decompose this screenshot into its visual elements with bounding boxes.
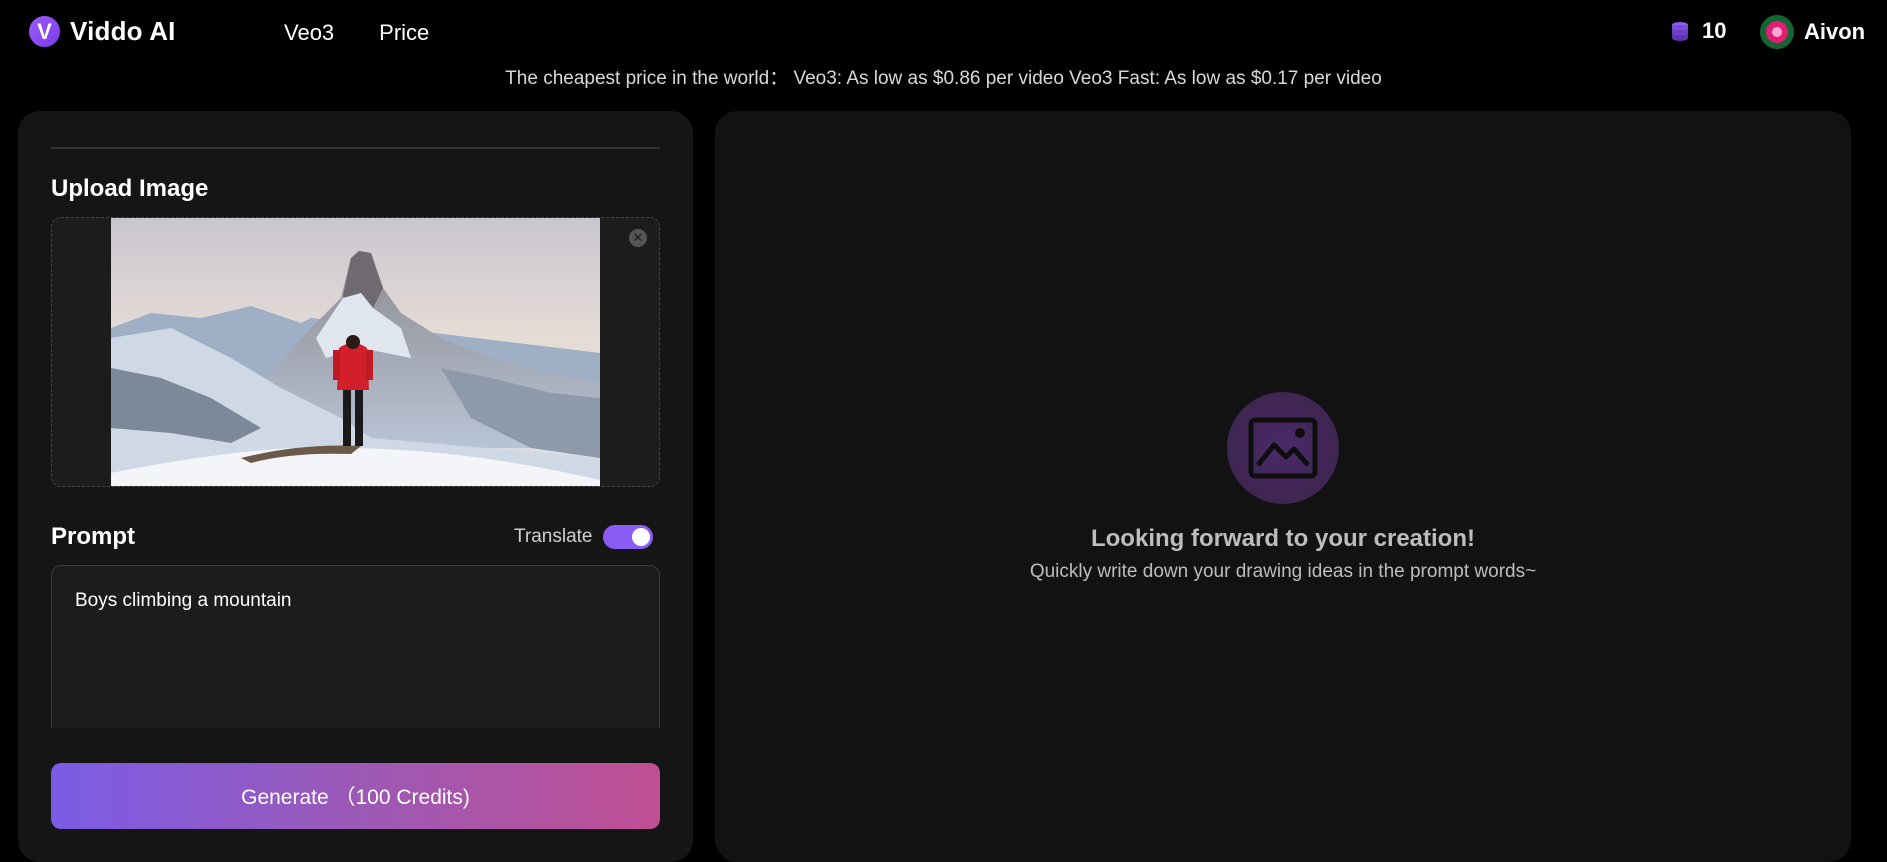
image-placeholder-icon [1248,417,1318,479]
brand-name: Viddo AI [70,16,176,46]
translate-control: Translate [514,525,653,549]
close-circle-icon: ✕ [632,230,644,245]
toggle-knob [631,528,650,546]
nav-item-veo3[interactable]: Veo3 [284,20,334,46]
user-menu[interactable]: Aivon [1760,15,1865,49]
user-name: Aivon [1804,19,1866,44]
upload-image-title: Upload Image [51,175,209,202]
generate-button[interactable]: Generate （100 Credits) [51,763,660,829]
prompt-title: Prompt [51,523,135,550]
section-divider [51,147,660,149]
promo-banner: The cheapest price in the world： Veo3: A… [505,68,1382,89]
main-nav: Veo3 Price [284,20,429,46]
prompt-scroll-mask [36,728,676,743]
coin-stack-icon [1672,22,1688,41]
generation-form-panel: Upload Image ✕ Prompt Translate Boys cli… [18,111,693,862]
empty-state-subtitle: Quickly write down your drawing ideas in… [1029,561,1537,582]
credits-count: 10 [1702,18,1727,43]
brand-logo[interactable]: V Viddo AI [29,16,176,47]
logo-mark-icon: V [29,16,60,47]
image-upload-area[interactable]: ✕ [51,217,660,487]
credits-badge[interactable]: 10 [1670,18,1726,44]
remove-image-button[interactable]: ✕ [629,229,647,247]
avatar [1760,15,1794,49]
translate-label: Translate [514,526,593,547]
translate-toggle[interactable] [602,525,653,549]
result-panel: Looking forward to your creation! Quickl… [715,111,1851,862]
top-header: V Viddo AI Veo3 Price 10 Aivon [0,0,1887,66]
prompt-input[interactable]: Boys climbing a mountain [51,565,660,740]
empty-state-title: Looking forward to your creation! [1090,525,1475,552]
empty-state-badge [1227,392,1339,504]
nav-item-price[interactable]: Price [379,20,429,46]
uploaded-image-preview [111,218,600,486]
